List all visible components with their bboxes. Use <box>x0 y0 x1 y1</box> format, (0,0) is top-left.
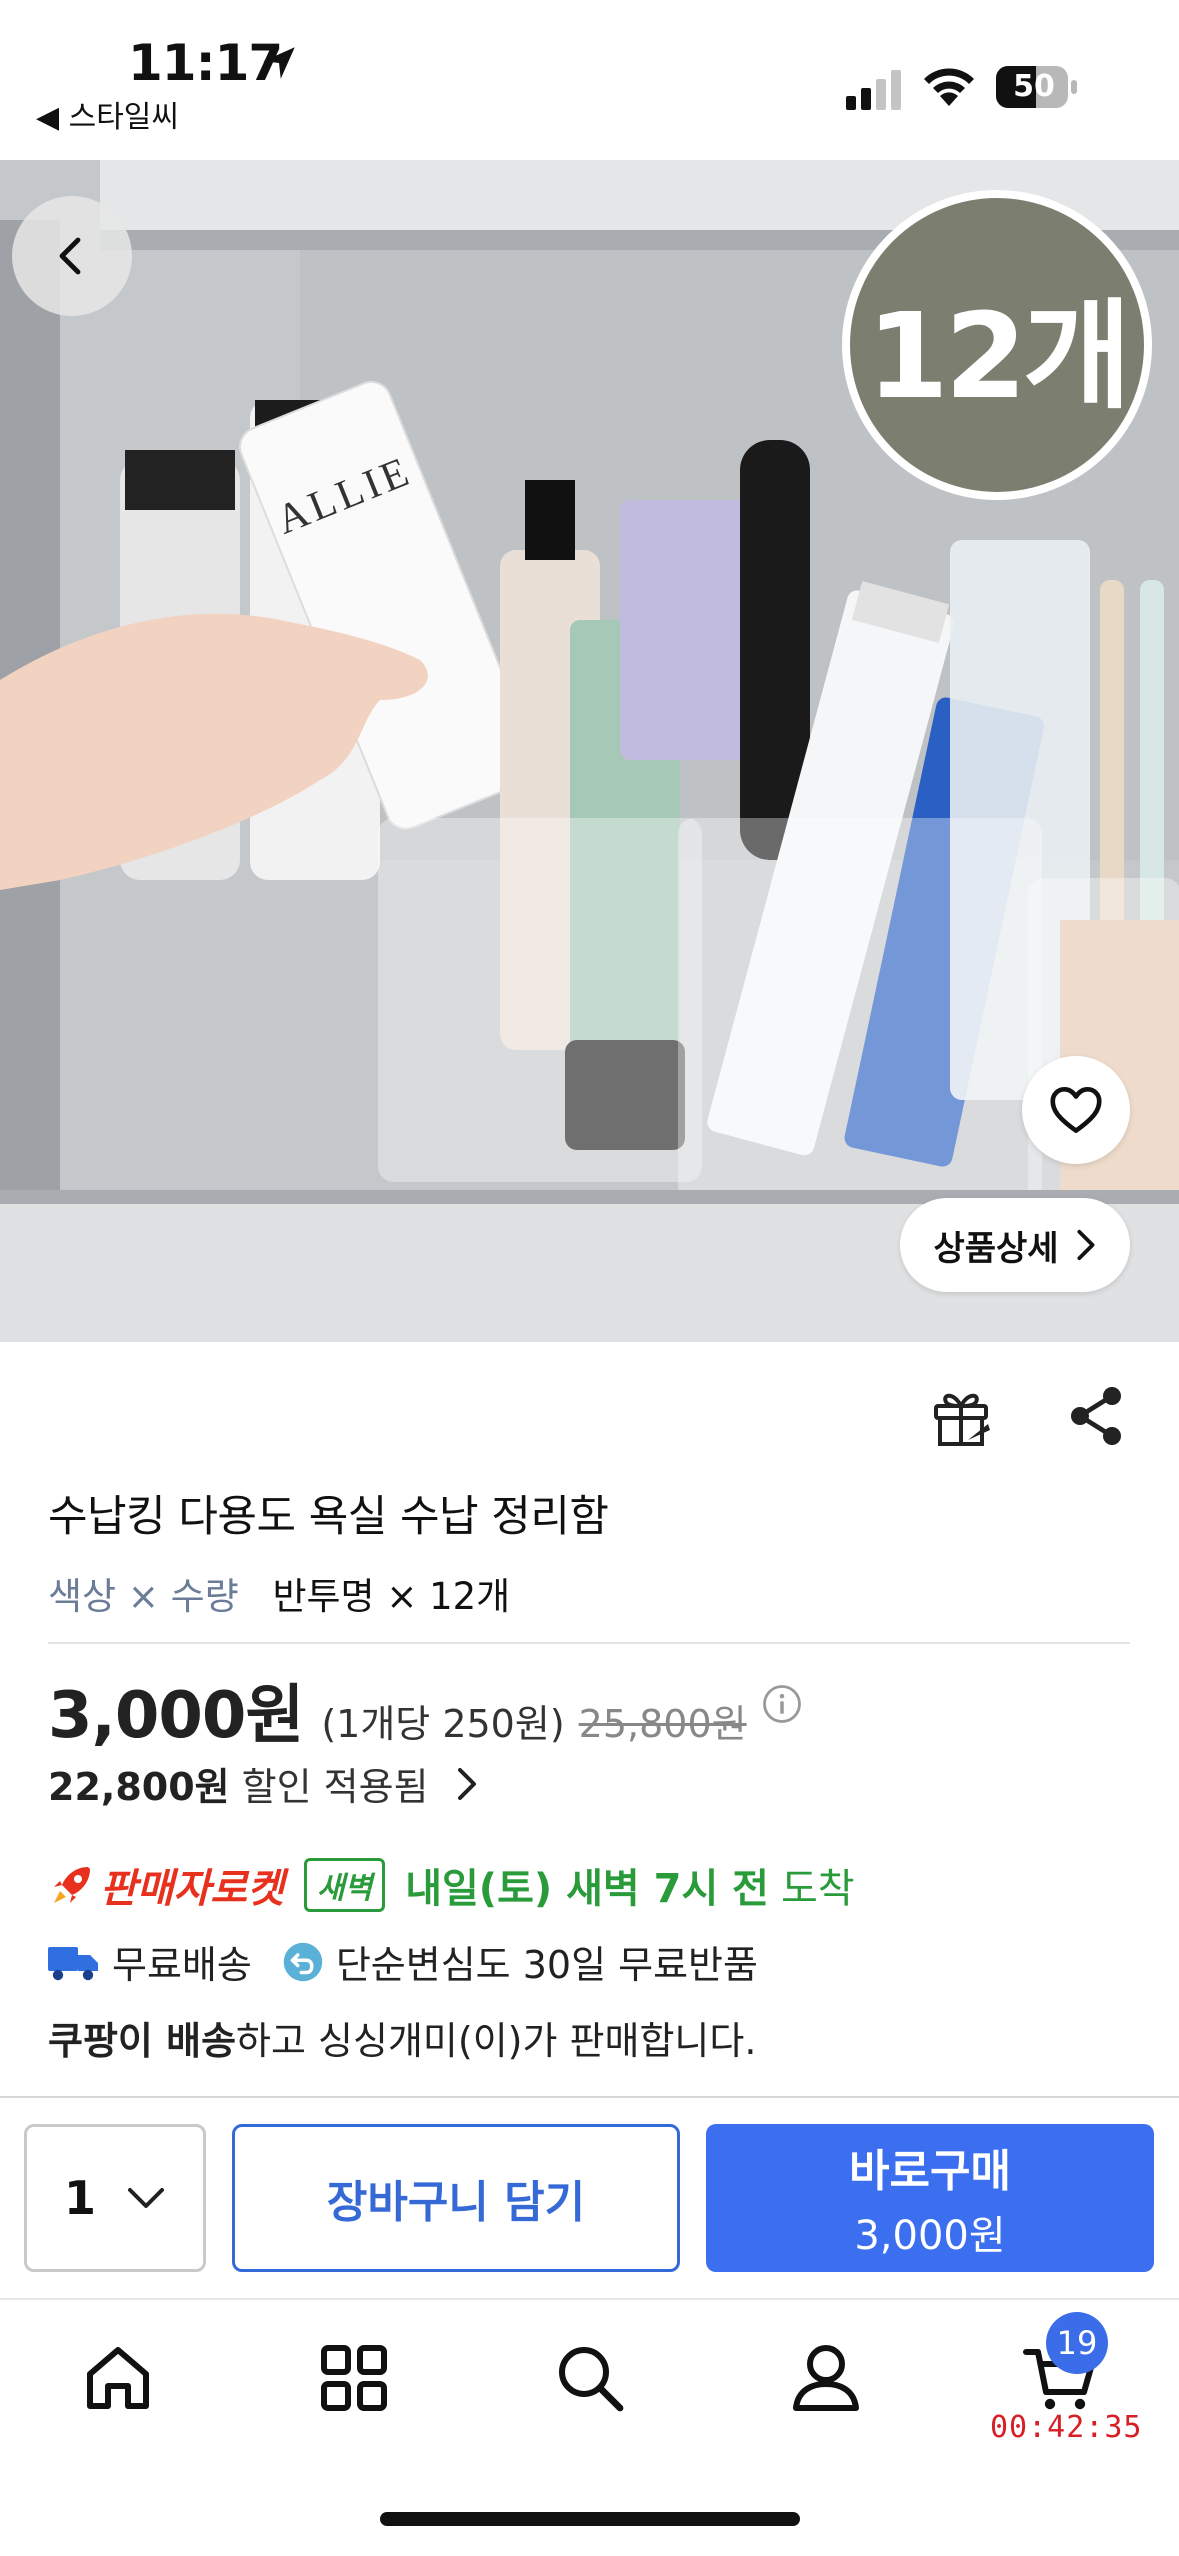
product-detail-button[interactable]: 상품상세 <box>900 1198 1130 1292</box>
wishlist-button[interactable] <box>1022 1056 1130 1164</box>
cellular-signal-icon <box>846 70 901 110</box>
option-label: 색상 × 수량 <box>48 1575 239 1618</box>
my-page-tab-icon[interactable] <box>788 2340 864 2416</box>
home-tab-icon[interactable] <box>80 2340 156 2416</box>
category-tab-icon[interactable] <box>316 2340 392 2416</box>
rocket-delivery-row: 판매자로켓 새벽 내일(토) 새벽 7시 전 도착 <box>48 1856 855 1914</box>
original-price: 25,800원 <box>578 1702 747 1746</box>
return-icon <box>283 1942 323 1981</box>
location-arrow-icon <box>263 47 295 79</box>
quantity-badge: 12개 <box>842 190 1152 500</box>
chevron-right-icon <box>457 1767 476 1800</box>
option-value: 반투명 × 12개 <box>272 1575 511 1618</box>
battery-level: 50 <box>1013 69 1055 104</box>
quantity-select[interactable]: 1 <box>24 2124 206 2272</box>
product-detail-label: 상품상세 <box>933 1228 1059 1269</box>
price-row: 3,000원 (1개당 250원) 25,800원 <box>48 1664 803 1753</box>
buy-now-price: 3,000원 <box>854 2213 1006 2259</box>
divider <box>0 2298 1179 2300</box>
shipping-row: 무료배송 단순변심도 30일 무료반품 <box>48 1934 758 1989</box>
back-button[interactable] <box>12 196 132 316</box>
wifi-icon <box>924 68 974 106</box>
sale-price: 3,000원 <box>48 1679 304 1753</box>
discount-text: 할인 적용됨 <box>241 1765 429 1809</box>
seller-text: 하고 싱싱개미(이)가 판매합니다. <box>236 2019 757 2063</box>
free-return-text: 단순변심도 30일 무료반품 <box>335 1943 758 1987</box>
truck-icon <box>48 1946 98 1980</box>
discount-row[interactable]: 22,800원 할인 적용됨 <box>48 1756 481 1811</box>
share-icon[interactable] <box>1066 1384 1126 1448</box>
discount-amount: 22,800원 <box>48 1765 230 1809</box>
back-to-app-link[interactable]: ◀ 스타일씨 <box>36 92 179 136</box>
free-shipping-text: 무료배송 <box>112 1943 252 1987</box>
arrival-time: 내일(토) 새벽 7시 전 <box>405 1866 769 1912</box>
product-image[interactable]: ALLIE 12개 상품상세 <box>0 160 1179 1342</box>
buy-now-label: 바로구매 <box>849 2146 1011 2197</box>
buy-now-button[interactable]: 바로구매 3,000원 <box>706 2124 1154 2272</box>
arrival-suffix: 도착 <box>780 1866 855 1912</box>
info-icon[interactable] <box>761 1683 803 1725</box>
rocket-label: 판매자로켓 <box>100 1866 284 1912</box>
search-tab-icon[interactable] <box>552 2340 628 2416</box>
divider <box>48 1642 1130 1644</box>
add-to-cart-button[interactable]: 장바구니 담기 <box>232 2124 680 2272</box>
gift-icon[interactable] <box>928 1384 994 1450</box>
seller-delivery-label: 쿠팡이 배송 <box>48 2019 237 2063</box>
cart-timer: 00:42:35 <box>990 2410 1143 2445</box>
option-row[interactable]: 색상 × 수량 반투명 × 12개 <box>48 1566 510 1620</box>
dawn-delivery-badge: 새벽 <box>304 1858 386 1912</box>
chevron-down-icon <box>128 2188 164 2208</box>
rocket-icon <box>54 1867 90 1903</box>
product-title: 수납킹 다용도 욕실 수납 정리함 <box>48 1492 609 1542</box>
chevron-right-icon <box>1077 1229 1095 1261</box>
divider <box>0 2096 1179 2098</box>
chevron-left-icon <box>59 237 81 275</box>
status-bar: 11:17 ◀ 스타일씨 50 <box>0 0 1179 160</box>
quantity-value: 1 <box>63 2171 96 2225</box>
seller-info: 쿠팡이 배송하고 싱싱개미(이)가 판매합니다. <box>48 2010 756 2065</box>
unit-price: (1개당 250원) <box>321 1702 565 1746</box>
heart-icon <box>1050 1087 1102 1133</box>
cart-count-badge: 19 <box>1046 2312 1108 2374</box>
home-indicator[interactable] <box>380 2512 800 2526</box>
